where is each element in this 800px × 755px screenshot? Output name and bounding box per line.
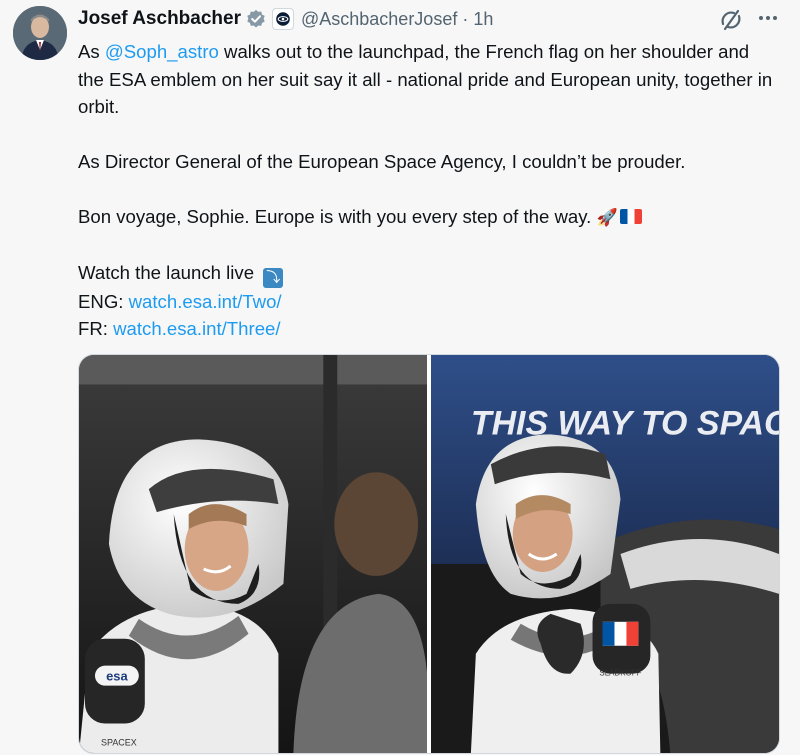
mention-link[interactable]: @Soph_astro bbox=[105, 41, 219, 62]
tweet-media: esa SPACEX THIS WAY TO SPACE SLADKOFF bbox=[78, 354, 780, 754]
tweet-paragraph-3: Bon voyage, Sophie. Europe is with you e… bbox=[78, 203, 778, 232]
tweet[interactable]: Josef Aschbacher @AschbacherJosef · 1h A… bbox=[0, 0, 800, 755]
fr-label: FR: bbox=[78, 318, 114, 340]
fr-line: FR: watch.esa.int/Three/ bbox=[78, 315, 778, 343]
author-name[interactable]: Josef Aschbacher bbox=[78, 8, 241, 30]
fr-watch-link[interactable]: watch.esa.int/Three/ bbox=[113, 318, 280, 339]
eng-line: ENG: watch.esa.int/Two/ bbox=[78, 288, 778, 316]
french-flag-emoji bbox=[619, 209, 642, 224]
p3-text: Bon voyage, Sophie. Europe is with you e… bbox=[78, 206, 592, 227]
author-avatar[interactable] bbox=[13, 6, 67, 60]
eng-label: ENG: bbox=[78, 290, 129, 312]
author-handle[interactable]: @AschbacherJosef bbox=[301, 9, 457, 30]
p1-before: As bbox=[78, 41, 105, 62]
more-horizontal-icon[interactable] bbox=[754, 6, 782, 30]
media-photo-1[interactable]: esa SPACEX bbox=[79, 355, 427, 753]
media-photo-2[interactable]: THIS WAY TO SPACE SLADKOFF bbox=[431, 355, 779, 753]
banner-text: THIS WAY TO SPACE bbox=[471, 404, 779, 442]
tweet-paragraph-1: As @Soph_astro walks out to the launchpa… bbox=[78, 38, 778, 121]
grok-icon[interactable] bbox=[719, 8, 743, 32]
esa-patch-text: esa bbox=[106, 669, 128, 684]
watch-text: Watch the launch live bbox=[78, 262, 255, 283]
tweet-text: As @Soph_astro walks out to the launchpa… bbox=[78, 38, 778, 343]
tweet-timestamp[interactable]: 1h bbox=[473, 9, 493, 30]
down-arrow-emoji: ⤵ bbox=[263, 267, 284, 288]
header-separator: · bbox=[462, 8, 469, 29]
tweet-header: Josef Aschbacher @AschbacherJosef · 1h bbox=[78, 6, 493, 32]
verified-check-icon bbox=[246, 9, 266, 29]
suit-name-2: SLADKOFF bbox=[599, 669, 641, 678]
suit-name-1: SPACEX bbox=[101, 737, 137, 747]
eng-watch-link[interactable]: watch.esa.int/Two/ bbox=[129, 291, 282, 312]
rocket-emoji: 🚀 bbox=[596, 208, 618, 227]
watch-line: Watch the launch live ⤵ bbox=[78, 259, 778, 288]
tweet-paragraph-2: As Director General of the European Spac… bbox=[78, 151, 686, 172]
esa-affiliate-badge-icon[interactable] bbox=[271, 8, 294, 30]
